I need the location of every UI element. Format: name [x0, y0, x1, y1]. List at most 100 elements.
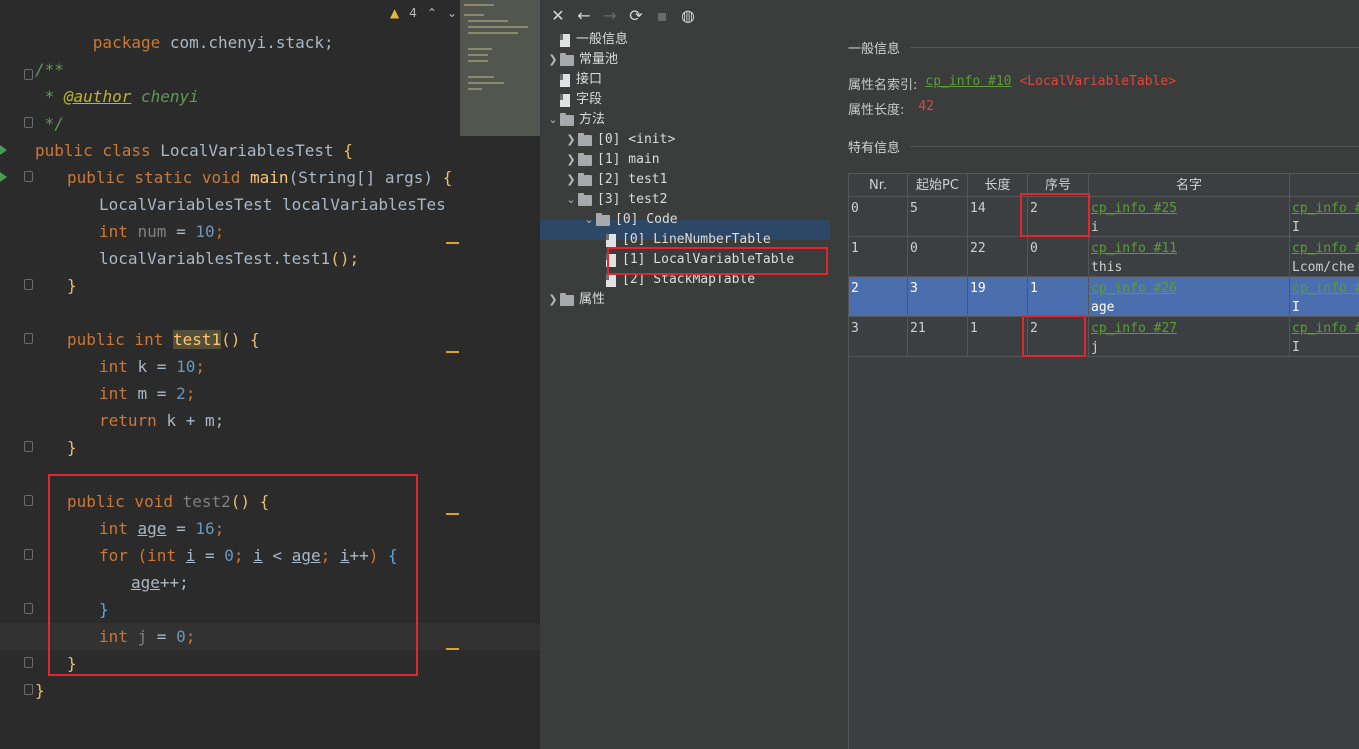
back-arrow-icon[interactable]: ← — [572, 3, 596, 27]
fold-marker[interactable] — [24, 441, 33, 452]
chevron-up-icon[interactable]: ⌃ — [427, 6, 437, 20]
tree-item-fields[interactable]: 字段 — [546, 90, 602, 110]
chevron-right-icon[interactable]: ❯ — [564, 130, 578, 150]
divider — [910, 47, 1359, 48]
cp-info-link[interactable]: cp_info # — [1292, 319, 1359, 338]
chevron-down-icon[interactable]: ⌄ — [564, 190, 578, 210]
tree-item-constant-pool[interactable]: ❯ 常量池 — [546, 50, 618, 70]
fold-marker[interactable] — [24, 549, 33, 560]
cp-info-link[interactable]: cp_info #27 — [1091, 319, 1287, 338]
warning-marker[interactable] — [446, 242, 459, 244]
code-line-test1-return: return k + m; — [99, 407, 224, 434]
minimap[interactable] — [460, 0, 540, 136]
doc-comment: */ — [35, 114, 64, 133]
code-line-main-2: int num = 10; — [99, 218, 224, 245]
highlight-box-index-row0 — [1020, 193, 1090, 237]
cell-name-value: age — [1091, 300, 1115, 315]
inspection-widget[interactable]: ▲ 4 ⌃ ⌄ — [390, 6, 457, 20]
table-row-selected[interactable]: 2 3 19 1 cp_info #26 age cp_info # I — [849, 277, 1359, 317]
attr-name-label: 属性名索引: — [848, 78, 918, 93]
forward-arrow-icon[interactable]: → — [598, 3, 622, 27]
chevron-down-icon[interactable]: ⌄ — [447, 6, 457, 20]
tree-item-method-main[interactable]: ❯ [1] main — [564, 150, 659, 170]
table-row[interactable]: 1 0 22 0 cp_info #11 this cp_info # Lcom/c… — [849, 237, 1359, 277]
run-class-icon[interactable] — [0, 145, 7, 155]
keyword: int — [99, 357, 138, 376]
tree-item-attributes[interactable]: ❯ 属性 — [546, 290, 605, 310]
cp-info-link[interactable]: cp_info #25 — [1091, 199, 1287, 218]
cell-length: 19 — [968, 277, 1028, 317]
cell-name-value: i — [1091, 220, 1099, 235]
tree-item-method-test2[interactable]: ⌄ [3] test2 — [564, 190, 667, 210]
keyword: int — [99, 384, 138, 403]
chevron-right-icon[interactable]: ❯ — [546, 290, 560, 310]
column-header-nr[interactable]: Nr. — [849, 173, 908, 197]
chevron-down-icon[interactable]: ⌄ — [546, 110, 560, 130]
attr-name-link[interactable]: cp_info #10 — [925, 74, 1011, 93]
editor-gutter — [0, 0, 34, 749]
chevron-down-icon[interactable]: ⌄ — [582, 210, 596, 230]
params: () — [221, 330, 251, 349]
statement: k = — [137, 357, 177, 376]
chevron-right-icon[interactable]: ❯ — [546, 50, 560, 70]
run-main-icon[interactable] — [0, 172, 7, 182]
save-icon[interactable]: ▪ — [650, 3, 674, 27]
chevron-right-icon[interactable]: ❯ — [564, 150, 578, 170]
fold-marker[interactable] — [24, 279, 33, 290]
fold-marker[interactable] — [24, 333, 33, 344]
warning-marker[interactable] — [446, 513, 459, 515]
tree-item-methods[interactable]: ⌄ 方法 — [546, 110, 605, 130]
column-header-length[interactable]: 长度 — [968, 173, 1028, 197]
tree-item-method-init[interactable]: ❯ [0] <init> — [564, 130, 675, 150]
refresh-icon[interactable]: ⟳ — [624, 3, 648, 27]
column-header-name[interactable]: 名字 — [1089, 173, 1290, 197]
cell-name: cp_info #25 i — [1089, 197, 1290, 237]
folder-icon — [578, 132, 592, 146]
cp-info-link[interactable]: cp_info # — [1292, 239, 1359, 258]
chevron-right-icon[interactable]: ❯ — [564, 170, 578, 190]
cp-info-link[interactable]: cp_info # — [1292, 279, 1359, 298]
cell-index: 1 — [1028, 277, 1089, 317]
author-tag: @author — [63, 87, 132, 106]
fold-marker[interactable] — [24, 495, 33, 506]
table-row[interactable]: 3 21 1 2 cp_info #27 j cp_info # I — [849, 317, 1359, 357]
tree-item-interfaces[interactable]: 接口 — [546, 70, 602, 90]
folder-icon — [596, 212, 610, 226]
fold-marker[interactable] — [24, 171, 33, 182]
method-name: main — [250, 168, 289, 187]
semicolon: ; — [214, 222, 225, 241]
table-row[interactable]: 0 5 14 2 cp_info #25 i cp_info # I — [849, 197, 1359, 237]
cell-nr: 1 — [849, 237, 908, 277]
code-line-main-close: } — [67, 272, 77, 299]
general-info-title: 一般信息 — [848, 42, 901, 57]
close-icon[interactable]: ✕ — [546, 3, 570, 27]
cell-nr: 2 — [849, 277, 908, 317]
fold-marker[interactable] — [24, 684, 33, 695]
web-icon[interactable]: ◍ — [676, 3, 700, 27]
highlight-box-tree-item — [607, 247, 828, 275]
divider — [910, 146, 1359, 147]
fold-marker[interactable] — [24, 69, 33, 80]
fold-marker[interactable] — [24, 603, 33, 614]
cp-info-link[interactable]: cp_info #11 — [1091, 239, 1287, 258]
tree-item-code[interactable]: ⌄ [0] Code — [582, 210, 677, 230]
tree-item-general[interactable]: 一般信息 — [546, 30, 628, 50]
warning-marker[interactable] — [446, 351, 459, 353]
fold-marker[interactable] — [24, 657, 33, 668]
cell-name-value: this — [1091, 260, 1123, 275]
warning-marker[interactable] — [446, 648, 459, 650]
statement: localVariablesTest.test1 — [99, 249, 331, 268]
tree-item-method-test1[interactable]: ❯ [2] test1 — [564, 170, 667, 190]
column-header-descriptor[interactable] — [1290, 173, 1359, 197]
local-variable-table[interactable]: Nr. 起始PC 长度 序号 名字 0 5 14 2 cp_info #25 i … — [848, 173, 1359, 749]
cp-info-link[interactable]: cp_info #26 — [1091, 279, 1287, 298]
keyword: public class — [35, 141, 161, 160]
cell-name: cp_info #27 j — [1089, 317, 1290, 357]
attr-length-row: 属性长度: 42 — [848, 99, 934, 118]
cp-info-link[interactable]: cp_info # — [1292, 199, 1359, 218]
fold-marker[interactable] — [24, 117, 33, 128]
code-editor[interactable]: package com.chenyi.stack; /** * @author … — [0, 0, 540, 749]
column-header-start-pc[interactable]: 起始PC — [908, 173, 968, 197]
folder-icon — [560, 292, 574, 306]
attr-name-row: 属性名索引: cp_info #10 <LocalVariableTable> — [848, 74, 1176, 93]
